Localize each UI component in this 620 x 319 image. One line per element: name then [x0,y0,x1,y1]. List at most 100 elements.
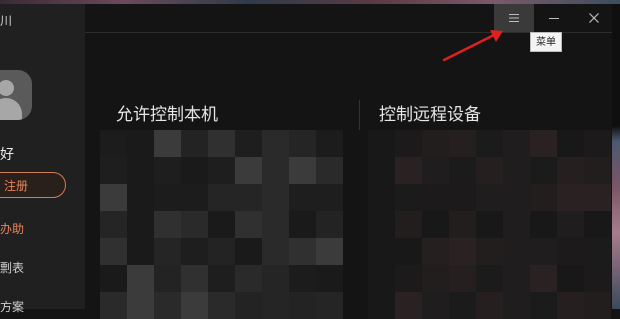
mosaic-cell [154,292,181,319]
mosaic-cell [100,130,127,157]
sidebar-item-plan[interactable]: 方案 [0,298,24,315]
mosaic-cell [208,157,235,184]
mosaic-cell [262,265,289,292]
avatar-body [0,98,22,120]
mosaic-cell [154,211,181,238]
mosaic-cell [476,238,503,265]
mosaic-cell [422,130,449,157]
allow-control-title: 允许控制本机 [116,105,218,125]
mosaic-cell [181,157,208,184]
mosaic-cell [422,184,449,211]
mosaic-cell [127,238,154,265]
mosaic-cell [262,292,289,319]
mosaic-cell [100,157,127,184]
greeting-text: 好 [0,147,14,163]
mosaic-cell [289,211,316,238]
mosaic-cell [395,211,422,238]
mosaic-cell [530,157,557,184]
mosaic-cell [208,184,235,211]
mosaic-cell [584,211,611,238]
mosaic-cell [584,292,611,319]
mosaic-cell [557,157,584,184]
register-button[interactable]: 注册 [0,172,66,198]
mosaic-cell [395,157,422,184]
hamburger-icon [509,14,519,22]
mosaic-cell [449,265,476,292]
mosaic-cell [235,184,262,211]
mosaic-cell [557,238,584,265]
mosaic-cell [235,265,262,292]
sidebar-item-list[interactable]: 剽表 [0,259,24,276]
mosaic-cell [127,292,154,319]
mosaic-cell [449,130,476,157]
mosaic-cell [476,184,503,211]
mosaic-cell [262,238,289,265]
mosaic-cell [503,157,530,184]
mosaic-cell [503,292,530,319]
menu-tooltip: 菜单 [530,32,562,52]
desktop-background-edge [612,4,620,309]
mosaic-cell [262,184,289,211]
mosaic-cell [449,157,476,184]
mosaic-cell [289,130,316,157]
mosaic-cell [503,130,530,157]
mosaic-cell [208,130,235,157]
mosaic-cell [503,265,530,292]
mosaic-cell [208,211,235,238]
close-button[interactable] [574,4,614,32]
mosaic-cell [557,184,584,211]
mosaic-cell [530,184,557,211]
section-divider [359,100,360,130]
avatar-head [0,80,14,96]
mosaic-cell [235,157,262,184]
mosaic-cell [395,184,422,211]
mosaic-cell [368,157,395,184]
mosaic-cell [289,292,316,319]
mosaic-cell [476,265,503,292]
mosaic-cell [100,184,127,211]
mosaic-cell [181,184,208,211]
mosaic-cell [584,238,611,265]
sidebar: 川 好 注册 办助 剽表 方案 [0,4,85,314]
mosaic-cell [503,211,530,238]
mosaic-cell [422,265,449,292]
mosaic-cell [368,211,395,238]
mosaic-cell [181,238,208,265]
mosaic-cell [449,292,476,319]
mosaic-cell [557,265,584,292]
mosaic-cell [127,184,154,211]
mosaic-cell [127,265,154,292]
mosaic-cell [449,238,476,265]
mosaic-cell [395,265,422,292]
mosaic-cell [584,157,611,184]
mosaic-cell [368,292,395,319]
mosaic-cell [503,238,530,265]
mosaic-cell [235,130,262,157]
mosaic-cell [235,211,262,238]
mosaic-cell [422,157,449,184]
mosaic-cell [127,157,154,184]
mosaic-cell [530,265,557,292]
minimize-icon [549,18,559,19]
mosaic-cell [422,292,449,319]
mosaic-cell [422,238,449,265]
mosaic-cell [368,238,395,265]
mosaic-cell [476,292,503,319]
sidebar-item-help[interactable]: 办助 [0,220,24,237]
mosaic-cell [289,265,316,292]
remote-control-title: 控制远程设备 [379,105,481,125]
mosaic-cell [262,157,289,184]
avatar[interactable] [0,70,32,120]
mosaic-cell [181,292,208,319]
mosaic-cell [530,130,557,157]
minimize-button[interactable] [534,4,574,32]
mosaic-cell [530,292,557,319]
mosaic-cell [100,292,127,319]
mosaic-cell [289,184,316,211]
mosaic-cell [316,184,343,211]
mosaic-cell [289,157,316,184]
mosaic-cell [557,130,584,157]
close-icon [589,13,599,23]
mosaic-cell [503,184,530,211]
mosaic-cell [127,211,154,238]
